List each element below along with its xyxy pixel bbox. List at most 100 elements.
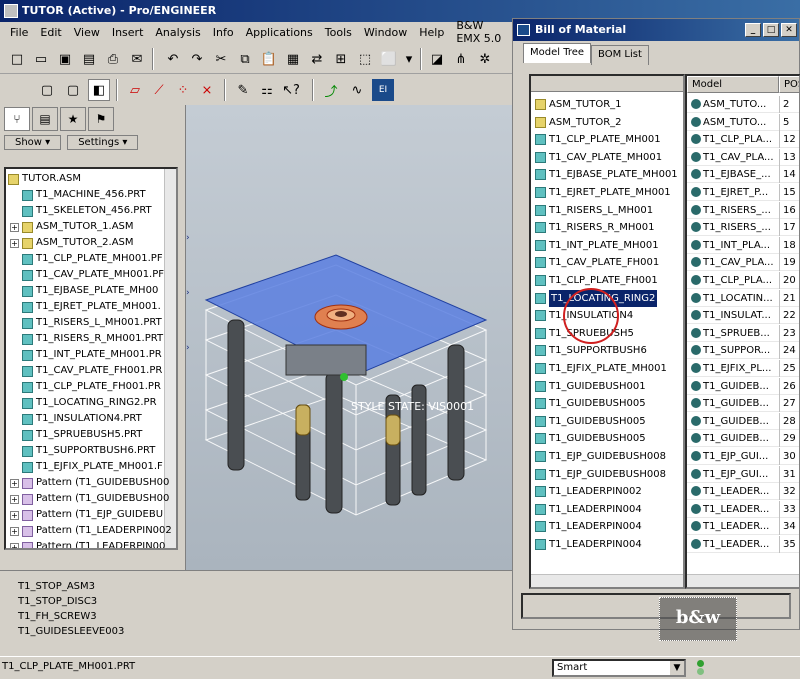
tree-hscrollbar[interactable] <box>531 574 683 587</box>
tree-item[interactable]: T1_LOCATING_RING2.PR <box>22 395 157 411</box>
table-row[interactable]: T1_LEADER... 32 <box>687 483 799 501</box>
favorites-tab-icon[interactable]: ★ <box>60 107 86 131</box>
curve-icon[interactable]: ∿ <box>346 79 368 101</box>
table-hscrollbar[interactable] <box>687 574 799 587</box>
expand-icon[interactable]: + <box>10 478 19 488</box>
bom-tree-item[interactable]: T1_EJP_GUIDEBUSH008 <box>535 448 666 465</box>
table-row[interactable]: T1_GUIDEB... 28 <box>687 412 799 430</box>
tree-item[interactable]: T1_MACHINE_456.PRT <box>22 187 146 203</box>
menu-bw-emx[interactable]: B&W EMX 5.0 <box>450 19 515 45</box>
bom-tree-item[interactable]: T1_EJFIX_PLATE_MH001 <box>535 360 667 377</box>
paste-special-icon[interactable]: ▦ <box>282 48 304 70</box>
table-row[interactable]: T1_EJP_GUI... 30 <box>687 448 799 465</box>
bom-tree-item[interactable]: ASM_TUTOR_2 <box>535 114 622 131</box>
bom-tree-item[interactable]: T1_GUIDEBUSH005 <box>535 430 646 447</box>
tree-item[interactable]: T1_EJFIX_PLATE_MH001.F <box>22 459 163 475</box>
print-icon[interactable]: ⎙ <box>102 48 124 70</box>
table-row[interactable]: T1_CAV_PLA... 13 <box>687 148 799 166</box>
bom-tree-item[interactable]: T1_LEADERPIN004 <box>535 501 642 518</box>
bom-tree-item[interactable]: T1_EJBASE_PLATE_MH001 <box>535 166 678 183</box>
bom-tree-item[interactable]: T1_GUIDEBUSH005 <box>535 395 646 412</box>
expand-icon[interactable]: + <box>10 542 19 548</box>
expand-icon[interactable]: + <box>10 494 19 504</box>
parameters-icon[interactable]: ⚏ <box>256 79 278 101</box>
table-row[interactable]: T1_CLP_PLA... 12 <box>687 131 799 149</box>
tree-item[interactable]: + Pattern (T1_EJP_GUIDEBU <box>10 507 163 523</box>
table-row[interactable]: ASM_TUTO... 2 <box>687 96 799 113</box>
tree-item[interactable]: T1_EJRET_PLATE_MH001. <box>22 299 161 315</box>
tree-item[interactable]: T1_INT_PLATE_MH001.PR <box>22 347 162 363</box>
expand-icon[interactable]: + <box>10 510 19 520</box>
menu-info[interactable]: Info <box>207 26 240 39</box>
bom-tree-item[interactable]: T1_SUPPORTBUSH6 <box>535 342 647 359</box>
csys-display-icon[interactable]: ⨯ <box>196 79 218 101</box>
menu-insert[interactable]: Insert <box>106 26 150 39</box>
find-icon[interactable]: ⊞ <box>330 48 352 70</box>
table-row[interactable]: T1_GUIDEB... 29 <box>687 430 799 448</box>
expand-icon[interactable]: + <box>10 222 19 232</box>
emx-icon[interactable]: EI <box>372 79 394 101</box>
tree-item[interactable]: + Pattern (T1_GUIDEBUSH00 <box>10 475 169 491</box>
tree-item[interactable]: T1_EJBASE_PLATE_MH00 <box>22 283 158 299</box>
table-row[interactable]: T1_LOCATIN... 21 <box>687 289 799 307</box>
settings-dropdown[interactable]: Settings ▾ <box>67 135 139 150</box>
menu-help[interactable]: Help <box>413 26 450 39</box>
undo-icon[interactable]: ↶ <box>162 48 184 70</box>
bom-tree-item[interactable]: T1_EJRET_PLATE_MH001 <box>535 184 671 201</box>
bom-tree-item[interactable]: T1_CLP_PLATE_MH001 <box>535 131 661 148</box>
selection-box-icon[interactable]: ⬜ <box>378 48 400 70</box>
bom-tree-item[interactable]: T1_LEADERPIN002 <box>535 483 642 500</box>
table-row[interactable]: T1_GUIDEB... 27 <box>687 395 799 413</box>
redo-icon[interactable]: ↷ <box>186 48 208 70</box>
tree-item[interactable]: T1_SKELETON_456.PRT <box>22 203 152 219</box>
table-row[interactable]: T1_EJBASE_... 14 <box>687 166 799 184</box>
save-copy-icon[interactable]: ▤ <box>78 48 100 70</box>
table-row[interactable]: T1_RISERS_... 17 <box>687 219 799 237</box>
tree-item[interactable]: T1_INSULATION4.PRT <box>22 411 142 427</box>
tree-item[interactable]: + Pattern (T1_LEADERPIN00 <box>10 539 165 548</box>
sketch-icon[interactable]: ⤴ <box>320 79 342 101</box>
tree-item[interactable]: T1_CAV_PLATE_MH001.PF <box>22 267 164 283</box>
hidden-line-icon[interactable]: ▢ <box>62 79 84 101</box>
connections-tab-icon[interactable]: ⚑ <box>88 107 114 131</box>
bom-tree-item[interactable]: T1_INT_PLATE_MH001 <box>535 237 659 254</box>
table-row[interactable]: T1_INT_PLA... 18 <box>687 236 799 254</box>
table-row[interactable]: T1_SUPPOR... 24 <box>687 342 799 360</box>
folder-browser-tab-icon[interactable]: ▤ <box>32 107 58 131</box>
tab-model-tree[interactable]: Model Tree <box>523 43 592 63</box>
save-icon[interactable]: ▣ <box>54 48 76 70</box>
table-row[interactable]: T1_SPRUEB... 23 <box>687 324 799 342</box>
bom-tree-item[interactable]: T1_RISERS_R_MH001 <box>535 219 655 236</box>
tab-bom-list[interactable]: BOM List <box>591 45 649 65</box>
table-row[interactable]: T1_CLP_PLA... 20 <box>687 272 799 289</box>
tree-item[interactable]: T1_SUPPORTBUSH6.PRT <box>22 443 155 459</box>
tree-item[interactable]: + ASM_TUTOR_2.ASM <box>10 235 134 251</box>
table-row[interactable]: T1_EJFIX_PL... 25 <box>687 360 799 377</box>
open-folder-icon[interactable]: ▭ <box>30 48 52 70</box>
tree-item[interactable]: + ASM_TUTOR_1.ASM <box>10 219 134 235</box>
bom-tree-item[interactable]: T1_CAV_PLATE_MH001 <box>535 149 662 166</box>
email-icon[interactable]: ✉ <box>126 48 148 70</box>
datum-axes-icon[interactable]: ⋔ <box>450 48 472 70</box>
paste-icon[interactable]: 📋 <box>258 48 280 70</box>
table-row[interactable]: T1_LEADER... 34 <box>687 518 799 536</box>
context-help-icon[interactable]: ↖? <box>280 79 302 101</box>
wireframe-icon[interactable]: ▢ <box>36 79 58 101</box>
bom-tree-item[interactable]: T1_RISERS_L_MH001 <box>535 202 653 219</box>
datum-points-icon[interactable]: ✲ <box>474 48 496 70</box>
tree-item[interactable]: T1_RISERS_R_MH001.PRT <box>22 331 163 347</box>
tree-item[interactable]: T1_CLP_PLATE_MH001.PF <box>22 251 163 267</box>
expand-icon[interactable]: + <box>10 526 19 536</box>
close-icon[interactable]: ✕ <box>781 23 797 37</box>
tree-item[interactable]: T1_CAV_PLATE_FH001.PR <box>22 363 162 379</box>
table-row[interactable]: T1_LEADER... 35 <box>687 536 799 553</box>
column-header-model[interactable]: Model <box>687 76 779 93</box>
bom-tree-item[interactable]: T1_CAV_PLATE_FH001 <box>535 254 659 271</box>
annotation-icon[interactable]: ✎ <box>232 79 254 101</box>
table-row[interactable]: ASM_TUTO... 5 <box>687 113 799 131</box>
model-tree-tab-icon[interactable]: ⑂ <box>4 107 30 131</box>
dropdown-arrow-icon[interactable]: ▾ <box>398 48 420 70</box>
bom-tree-item[interactable]: T1_GUIDEBUSH001 <box>535 378 646 395</box>
chevron-down-icon[interactable]: ▼ <box>670 661 684 675</box>
point-display-icon[interactable]: ⁘ <box>172 79 194 101</box>
